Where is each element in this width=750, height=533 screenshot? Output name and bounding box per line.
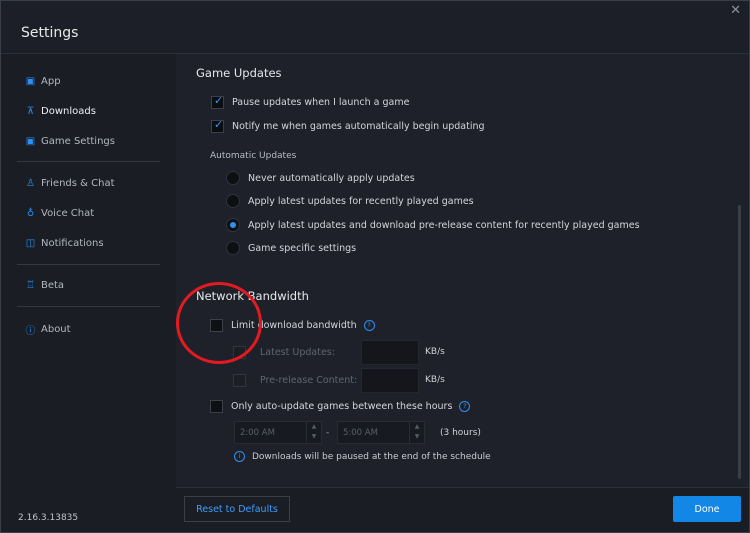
checkmark-icon: ✓ xyxy=(214,94,224,107)
sidebar: ▣ App ⊼ Downloads ▣ Game Settings ♙ Frie… xyxy=(1,54,175,532)
auto-update-hours-label: Only auto-update games between these hou… xyxy=(231,401,453,412)
help-icon[interactable]: ? xyxy=(363,320,375,331)
game-settings-icon: ▣ xyxy=(25,136,36,147)
radio-button[interactable] xyxy=(226,194,240,208)
prerelease-content-checkbox[interactable] xyxy=(233,374,246,387)
prerelease-content-label: Pre-release Content: xyxy=(260,375,358,386)
sidebar-item-label: Notifications xyxy=(41,238,104,249)
notify-updates-label: Notify me when games automatically begin… xyxy=(232,121,485,132)
prerelease-content-option[interactable]: Pre-release Content: xyxy=(233,374,357,387)
version-label: 2.16.3.13835 xyxy=(18,513,79,523)
sidebar-item-label: About xyxy=(41,324,71,335)
downloads-icon: ⊼ xyxy=(26,106,35,117)
prerelease-content-unit: KB/s xyxy=(425,375,445,385)
notifications-icon: ◫ xyxy=(25,238,36,249)
scrollbar[interactable] xyxy=(738,205,741,479)
help-icon[interactable]: ? xyxy=(459,401,471,412)
sidebar-divider xyxy=(17,306,160,307)
radio-label: Apply latest updates for recently played… xyxy=(248,195,474,207)
radio-button[interactable] xyxy=(226,171,240,185)
latest-updates-label: Latest Updates: xyxy=(260,347,335,358)
latest-updates-unit: KB/s xyxy=(425,347,445,357)
sidebar-divider xyxy=(17,161,160,162)
sidebar-item-game-settings[interactable]: ▣ Game Settings xyxy=(25,136,115,147)
pause-updates-option[interactable]: ✓ Pause updates when I launch a game xyxy=(211,94,410,109)
radio-recent-games[interactable]: Apply latest updates for recently played… xyxy=(226,194,474,208)
schedule-info-text: Downloads will be paused at the end of t… xyxy=(252,451,491,462)
radio-never-update[interactable]: Never automatically apply updates xyxy=(226,171,415,185)
checkmark-icon: ✓ xyxy=(214,118,224,131)
app-icon: ▣ xyxy=(25,76,36,87)
radio-label: Apply latest updates and download pre-re… xyxy=(248,219,640,231)
info-icon: i xyxy=(234,451,245,462)
schedule-info: i Downloads will be paused at the end of… xyxy=(234,451,491,462)
sidebar-item-label: Friends & Chat xyxy=(41,178,115,189)
reset-defaults-button[interactable]: Reset to Defaults xyxy=(184,496,290,522)
friends-icon: ♙ xyxy=(26,178,35,189)
radio-label: Never automatically apply updates xyxy=(248,172,415,184)
radio-dot xyxy=(230,222,236,228)
title-bar: Settings ✕ xyxy=(1,1,749,54)
auto-update-hours-option[interactable]: Only auto-update games between these hou… xyxy=(210,400,471,413)
latest-updates-input[interactable] xyxy=(361,340,419,365)
sidebar-item-app[interactable]: ▣ App xyxy=(25,76,61,87)
radio-label: Game specific settings xyxy=(248,242,357,254)
sidebar-item-about[interactable]: ⓘ About xyxy=(25,322,71,337)
prerelease-content-input[interactable] xyxy=(361,368,419,393)
pause-updates-checkbox[interactable]: ✓ xyxy=(211,94,224,109)
red-circle-annotation xyxy=(176,282,262,364)
notify-updates-checkbox[interactable]: ✓ xyxy=(211,118,224,133)
radio-game-specific[interactable]: Game specific settings xyxy=(226,241,356,255)
close-icon[interactable]: ✕ xyxy=(730,3,741,18)
time-stepper[interactable]: ▲ ▼ xyxy=(306,422,321,443)
schedule-duration: (3 hours) xyxy=(440,428,481,438)
sidebar-item-downloads[interactable]: ⊼ Downloads xyxy=(25,106,96,117)
time-range-dash: - xyxy=(326,428,330,438)
sidebar-item-notifications[interactable]: ◫ Notifications xyxy=(25,238,104,249)
sidebar-divider xyxy=(17,264,160,265)
pause-updates-label: Pause updates when I launch a game xyxy=(232,97,410,108)
sidebar-item-label: App xyxy=(41,76,61,87)
auto-update-hours-checkbox[interactable] xyxy=(210,400,223,413)
sidebar-item-voice-chat[interactable]: ♁ Voice Chat xyxy=(25,208,94,219)
game-updates-heading: Game Updates xyxy=(196,66,282,80)
sidebar-item-label: Downloads xyxy=(41,106,96,117)
beta-icon: ♖ xyxy=(26,280,35,291)
info-icon: ⓘ xyxy=(25,326,36,337)
sidebar-item-friends-chat[interactable]: ♙ Friends & Chat xyxy=(25,178,115,189)
radio-button[interactable] xyxy=(226,241,240,255)
sidebar-item-label: Game Settings xyxy=(41,136,115,147)
end-time-input[interactable]: 5:00 AM ▲ ▼ xyxy=(337,421,425,444)
sidebar-item-label: Beta xyxy=(41,280,65,291)
radio-prerelease[interactable]: Apply latest updates and download pre-re… xyxy=(226,218,640,232)
end-time-value: 5:00 AM xyxy=(343,427,378,438)
sidebar-item-beta[interactable]: ♖ Beta xyxy=(25,280,64,291)
radio-button-selected[interactable] xyxy=(226,218,240,232)
window-title: Settings xyxy=(21,25,79,41)
start-time-value: 2:00 AM xyxy=(240,427,275,438)
microphone-icon: ♁ xyxy=(26,208,35,219)
time-stepper[interactable]: ▲ ▼ xyxy=(409,422,424,443)
done-button[interactable]: Done xyxy=(673,496,741,522)
sidebar-item-label: Voice Chat xyxy=(41,208,95,219)
start-time-input[interactable]: 2:00 AM ▲ ▼ xyxy=(234,421,322,444)
notify-updates-option[interactable]: ✓ Notify me when games automatically beg… xyxy=(211,118,485,133)
automatic-updates-subheading: Automatic Updates xyxy=(210,151,297,161)
